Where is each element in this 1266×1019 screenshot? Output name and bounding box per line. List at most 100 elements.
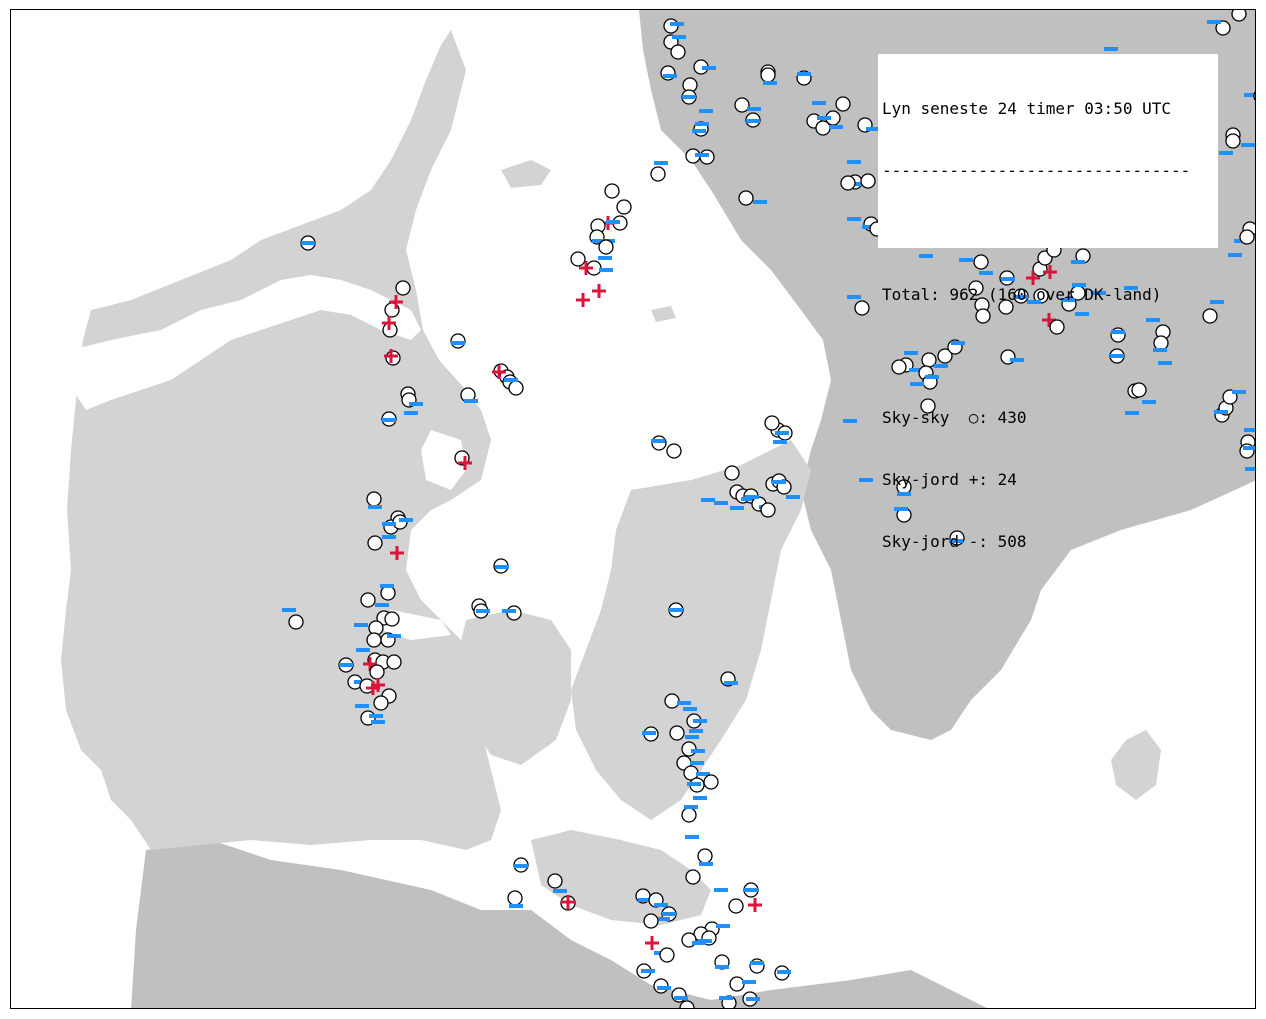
negative-ground-strike-marker <box>504 378 518 382</box>
negative-ground-strike-marker <box>651 439 665 443</box>
negative-ground-strike-marker <box>714 888 728 892</box>
negative-ground-strike-marker <box>399 518 413 522</box>
sky-sky-strike-marker <box>860 173 876 189</box>
negative-ground-strike-marker <box>744 888 758 892</box>
sky-sky-strike-marker <box>835 96 851 112</box>
sky-sky-strike-marker <box>697 848 713 864</box>
positive-ground-strike-marker <box>748 898 762 912</box>
negative-ground-strike-marker <box>1207 20 1221 24</box>
negative-ground-strike-marker <box>847 217 861 221</box>
negative-ground-strike-marker <box>695 122 709 126</box>
negative-ground-strike-marker <box>382 418 396 422</box>
negative-ground-strike-marker <box>451 341 465 345</box>
negative-ground-strike-marker <box>371 720 385 724</box>
sky-sky-strike-marker <box>729 976 745 992</box>
negative-ground-strike-marker <box>672 35 686 39</box>
sky-sky-strike-marker <box>386 654 402 670</box>
negative-ground-strike-marker <box>354 623 368 627</box>
negative-ground-strike-marker <box>777 970 791 974</box>
legend-separator: -------------------------------- <box>882 160 1191 180</box>
negative-ground-strike-marker <box>859 478 873 482</box>
negative-ground-strike-marker <box>695 153 709 157</box>
negative-ground-strike-marker <box>692 941 706 945</box>
sky-sky-strike-marker <box>724 465 740 481</box>
negative-ground-strike-marker <box>339 663 353 667</box>
negative-ground-strike-marker <box>368 505 382 509</box>
negative-ground-strike-marker <box>750 961 764 965</box>
negative-ground-strike-marker <box>691 749 705 753</box>
negative-ground-strike-marker <box>509 904 523 908</box>
legend-box: Lyn seneste 24 timer 03:50 UTC ---------… <box>878 54 1218 551</box>
negative-ground-strike-marker <box>669 608 683 612</box>
negative-ground-strike-marker <box>606 220 620 224</box>
negative-ground-strike-marker <box>598 256 612 260</box>
negative-ground-strike-marker <box>682 95 696 99</box>
sky-sky-strike-marker <box>616 199 632 215</box>
negative-ground-strike-marker <box>677 701 691 705</box>
negative-ground-strike-marker <box>301 241 315 245</box>
negative-ground-strike-marker <box>746 119 760 123</box>
negative-ground-strike-marker <box>716 924 730 928</box>
sky-sky-strike-marker <box>366 491 382 507</box>
bornholm-land <box>1111 730 1161 800</box>
sky-sky-strike-marker <box>659 947 675 963</box>
negative-ground-strike-marker <box>724 681 738 685</box>
positive-ground-strike-marker <box>645 936 659 950</box>
negative-ground-strike-marker <box>282 608 296 612</box>
lightning-map: Lyn seneste 24 timer 03:50 UTC ---------… <box>10 9 1256 1009</box>
negative-ground-strike-marker <box>701 498 715 502</box>
positive-ground-strike-marker <box>592 284 606 298</box>
negative-ground-strike-marker <box>746 997 760 1001</box>
sky-sky-strike-marker <box>367 535 383 551</box>
sky-sky-strike-marker <box>760 502 776 518</box>
negative-ground-strike-marker <box>693 719 707 723</box>
sky-sky-strike-marker <box>854 300 870 316</box>
sky-sky-strike-marker <box>384 611 400 627</box>
anholt-land <box>651 306 676 322</box>
laeso-land <box>501 160 551 188</box>
negative-ground-strike-marker <box>382 535 396 539</box>
negative-ground-strike-marker <box>812 101 826 105</box>
legend-sky-jord-positive: Sky-jord +: 24 <box>882 469 1017 489</box>
negative-ground-strike-marker <box>641 969 655 973</box>
negative-ground-strike-marker <box>514 864 528 868</box>
negative-ground-strike-marker <box>663 74 677 78</box>
sky-sky-strike-marker <box>547 873 563 889</box>
sky-sky-strike-marker <box>380 585 396 601</box>
negative-ground-strike-marker <box>690 761 704 765</box>
negative-ground-strike-marker <box>1104 47 1118 51</box>
sky-sky-strike-marker <box>395 280 411 296</box>
negative-ground-strike-marker <box>355 704 369 708</box>
negative-ground-strike-marker <box>476 609 490 613</box>
sky-sky-strike-marker <box>604 183 620 199</box>
negative-ground-strike-marker <box>1219 151 1233 155</box>
negative-ground-strike-marker <box>685 835 699 839</box>
sky-sky-strike-marker <box>669 725 685 741</box>
sky-sky-strike-marker <box>1225 133 1241 149</box>
sky-sky-strike-marker <box>738 190 754 206</box>
negative-ground-strike-marker <box>715 965 729 969</box>
negative-ground-strike-marker <box>382 522 396 526</box>
sky-sky-strike-marker <box>643 913 659 929</box>
legend-sky-sky: Sky-sky ○: 430 <box>882 408 1027 428</box>
negative-ground-strike-marker <box>685 735 699 739</box>
sky-sky-strike-marker <box>369 664 385 680</box>
sky-sky-strike-marker <box>1239 229 1255 245</box>
negative-ground-strike-marker <box>747 107 761 111</box>
sky-sky-strike-marker <box>508 380 524 396</box>
negative-ground-strike-marker <box>502 609 516 613</box>
sky-sky-strike-marker <box>734 97 750 113</box>
negative-ground-strike-marker <box>683 707 697 711</box>
negative-ground-strike-marker <box>380 584 394 588</box>
legend-spacer <box>882 223 1218 244</box>
negative-ground-strike-marker <box>699 862 713 866</box>
sky-sky-strike-marker <box>507 890 523 906</box>
negative-ground-strike-marker <box>553 889 567 893</box>
negative-ground-strike-marker <box>1228 253 1242 257</box>
negative-ground-strike-marker <box>847 160 861 164</box>
sky-sky-strike-marker <box>288 614 304 630</box>
sky-sky-strike-marker <box>366 632 382 648</box>
sky-sky-strike-marker <box>815 120 831 136</box>
sky-sky-strike-marker <box>1231 10 1247 22</box>
legend-spacer-2 <box>882 346 1218 367</box>
